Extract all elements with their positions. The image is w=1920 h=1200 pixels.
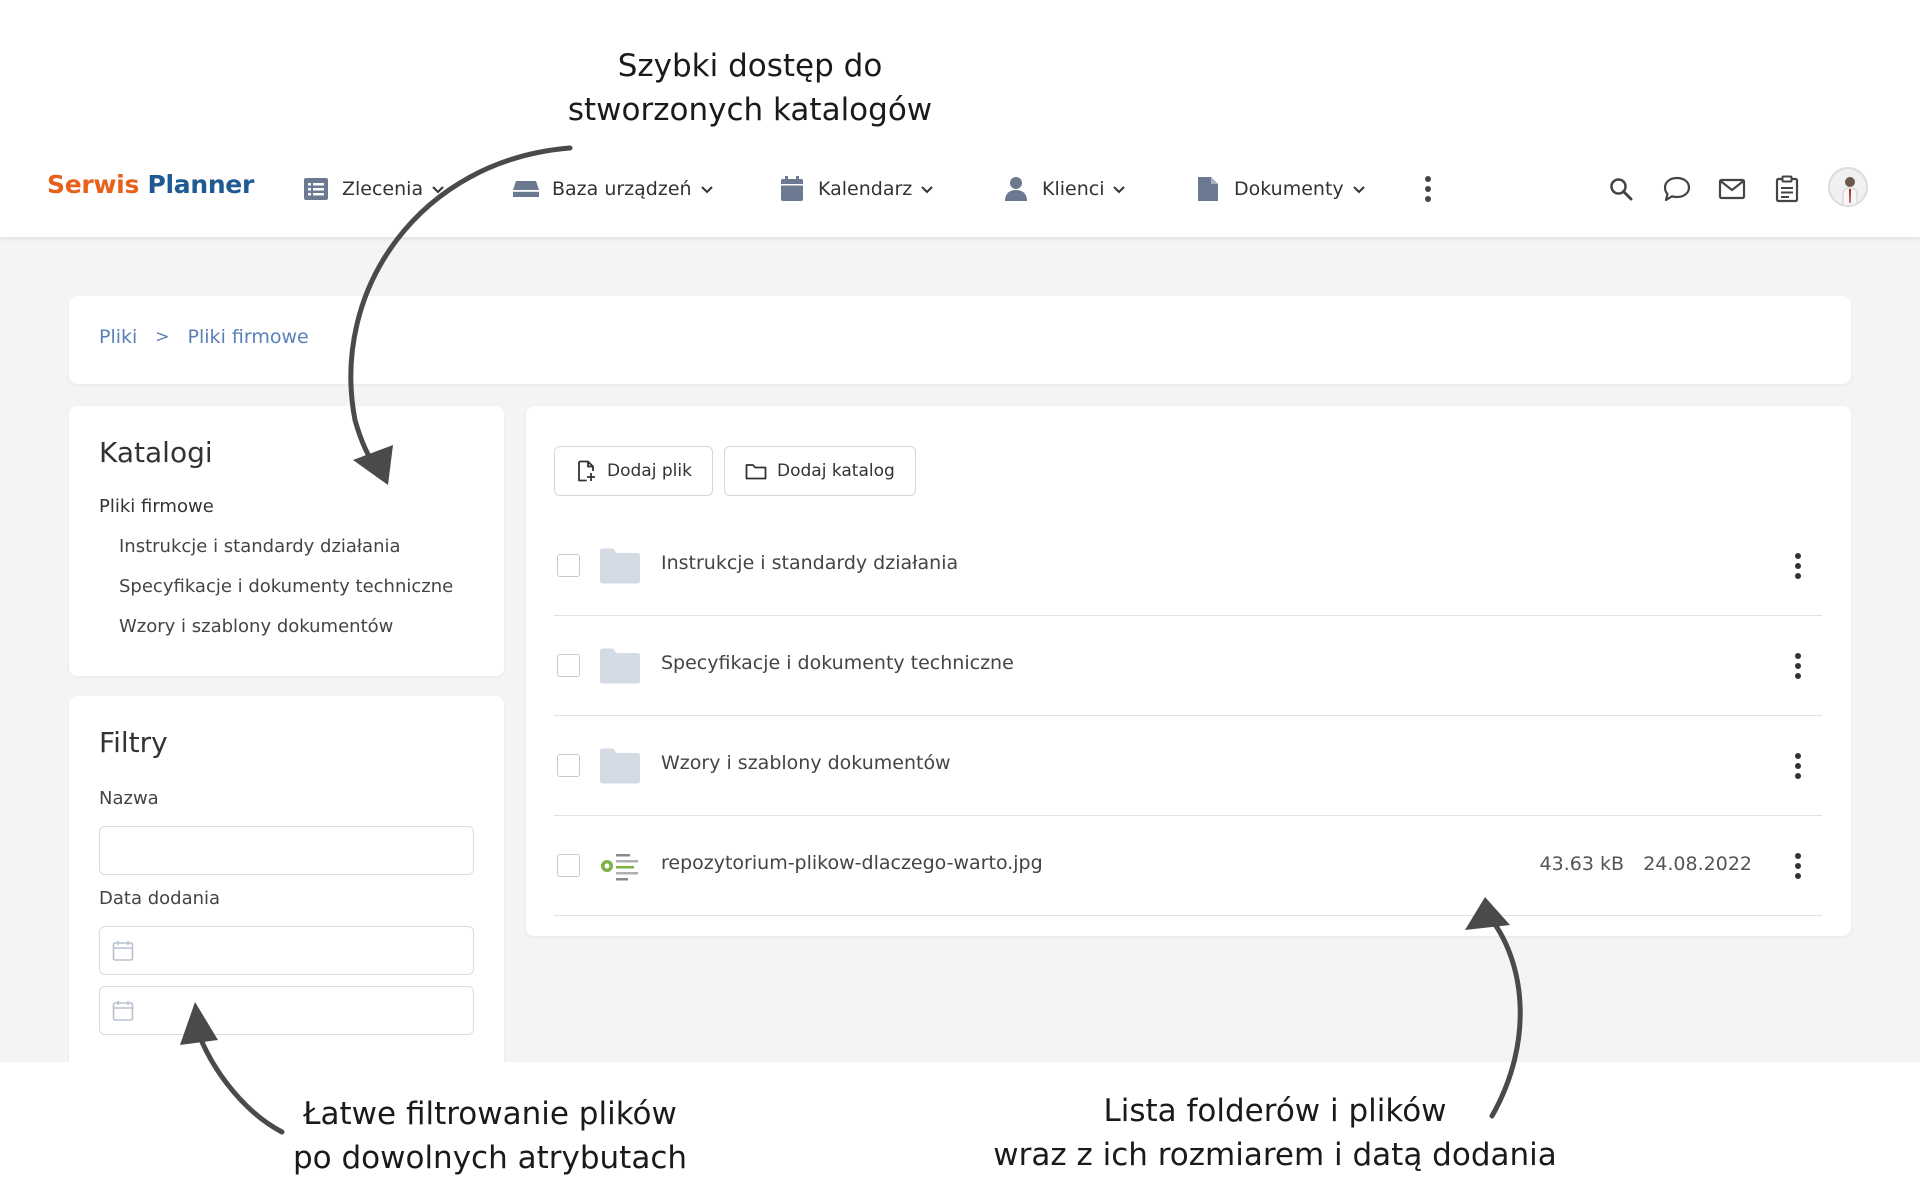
name-filter-label: Nazwa (99, 788, 159, 809)
catalog-item-wzory[interactable]: Wzory i szablony dokumentów (119, 616, 393, 637)
name-filter-input[interactable] (100, 827, 473, 874)
annotation-line: po dowolnych atrybutach (292, 1140, 688, 1176)
nav-label: Kalendarz (818, 178, 913, 200)
calendar-icon (778, 175, 806, 203)
nav-item-dokumenty[interactable]: Dokumenty (1194, 172, 1366, 206)
annotation-line: stworzonych katalogów (567, 92, 933, 128)
annotation-line: Lista folderów i plików (1103, 1093, 1447, 1129)
row-checkbox[interactable] (557, 554, 580, 577)
name-filter-field (99, 826, 474, 875)
person-icon (1002, 175, 1030, 203)
chevron-down-icon (700, 186, 713, 194)
list-icon (302, 175, 330, 203)
list-item[interactable]: repozytorium-plikow-dlaczego-warto.jpg 4… (554, 816, 1822, 916)
nav-label: Zlecenia (342, 178, 424, 200)
nav-label: Baza urządzeń (552, 178, 692, 200)
breadcrumb-item-pliki[interactable]: Pliki (99, 326, 137, 348)
date-from-field (99, 926, 474, 975)
mail-icon[interactable] (1717, 174, 1747, 204)
file-name[interactable]: repozytorium-plikow-dlaczego-warto.jpg (661, 852, 1043, 874)
date-to-field (99, 986, 474, 1035)
row-menu-icon[interactable] (1792, 652, 1804, 680)
file-size: 43.63 kB (1539, 853, 1624, 875)
row-checkbox[interactable] (557, 754, 580, 777)
chevron-down-icon (921, 186, 933, 194)
list-item[interactable]: Wzory i szablony dokumentów (554, 716, 1822, 816)
chevron-down-icon (1113, 186, 1126, 194)
search-icon[interactable] (1606, 174, 1636, 204)
nav-item-klienci[interactable]: Klienci (1002, 172, 1126, 206)
nav-label: Dokumenty (1234, 178, 1344, 200)
file-name[interactable]: Instrukcje i standardy działania (661, 552, 958, 574)
file-list-panel: Dodaj plik Dodaj katalog Instrukcje i st… (526, 406, 1851, 936)
row-menu-icon[interactable] (1792, 752, 1804, 780)
breadcrumb-item-pliki-firmowe[interactable]: Pliki firmowe (188, 326, 309, 348)
file-date: 24.08.2022 (1643, 853, 1752, 875)
annotation-line: Szybki dostęp do (617, 48, 883, 84)
annotation-quick-access: Szybki dostęp do stworzonych katalogów (450, 44, 1050, 132)
chat-icon[interactable] (1662, 174, 1692, 204)
breadcrumb: Pliki > Pliki firmowe (99, 326, 309, 348)
add-file-button[interactable]: Dodaj plik (554, 446, 713, 496)
app-screenshot: Serwis Planner Zlecenia Baza urządzeń Ka… (0, 140, 1920, 1062)
date-from-input[interactable] (100, 927, 473, 974)
add-file-icon (578, 460, 595, 482)
document-icon (1194, 175, 1222, 203)
row-checkbox[interactable] (557, 854, 580, 877)
row-menu-icon[interactable] (1792, 552, 1804, 580)
avatar[interactable] (1828, 167, 1868, 207)
logo-part2: Planner (147, 170, 254, 199)
more-menu-icon[interactable] (1418, 172, 1438, 206)
image-thumbnail-icon (601, 854, 638, 881)
app-logo[interactable]: Serwis Planner (47, 170, 254, 199)
date-to-input[interactable] (100, 987, 473, 1034)
annotation-line: wraz z ich rozmiarem i datą dodania (993, 1137, 1557, 1173)
add-folder-button[interactable]: Dodaj katalog (724, 446, 916, 496)
row-menu-icon[interactable] (1792, 852, 1804, 880)
catalog-item-instrukcje[interactable]: Instrukcje i standardy działania (119, 536, 401, 557)
annotation-file-list: Lista folderów i plików wraz z ich rozmi… (925, 1089, 1625, 1177)
nav-item-zlecenia[interactable]: Zlecenia (302, 172, 445, 206)
folder-icon (600, 548, 640, 584)
list-item[interactable]: Specyfikacje i dokumenty techniczne (554, 616, 1822, 716)
catalogs-panel: Katalogi Pliki firmowe Instrukcje i stan… (69, 406, 504, 676)
nav-item-kalendarz[interactable]: Kalendarz (778, 172, 934, 206)
catalog-item-specyfikacje[interactable]: Specyfikacje i dokumenty techniczne (119, 576, 453, 597)
folder-icon (600, 648, 640, 684)
clipboard-icon[interactable] (1772, 174, 1802, 204)
filters-panel: Filtry Nazwa Data dodania (69, 696, 504, 1062)
add-file-label: Dodaj plik (607, 461, 692, 481)
logo-part1: Serwis (47, 170, 140, 199)
drive-icon (512, 175, 540, 203)
row-checkbox[interactable] (557, 654, 580, 677)
nav-label: Klienci (1042, 178, 1105, 200)
date-filter-label: Data dodania (99, 888, 221, 909)
add-folder-label: Dodaj katalog (777, 461, 895, 481)
folder-icon (600, 748, 640, 784)
catalogs-title: Katalogi (99, 436, 213, 469)
annotation-line: Łatwe filtrowanie plików (303, 1096, 677, 1132)
file-name[interactable]: Specyfikacje i dokumenty techniczne (661, 652, 1014, 674)
annotation-filtering: Łatwe filtrowanie plików po dowolnych at… (190, 1092, 790, 1180)
breadcrumb-separator: > (155, 327, 170, 347)
list-item[interactable]: Instrukcje i standardy działania (554, 516, 1822, 616)
filters-title: Filtry (99, 726, 168, 759)
chevron-down-icon (1352, 186, 1365, 194)
folder-icon (745, 464, 767, 480)
file-name[interactable]: Wzory i szablony dokumentów (661, 752, 951, 774)
catalog-root-pliki-firmowe[interactable]: Pliki firmowe (99, 496, 214, 517)
chevron-down-icon (432, 186, 444, 194)
nav-item-baza-urzadzen[interactable]: Baza urządzeń (512, 172, 714, 206)
top-navbar: Serwis Planner Zlecenia Baza urządzeń Ka… (0, 140, 1920, 237)
breadcrumb-card: Pliki > Pliki firmowe (69, 296, 1851, 384)
